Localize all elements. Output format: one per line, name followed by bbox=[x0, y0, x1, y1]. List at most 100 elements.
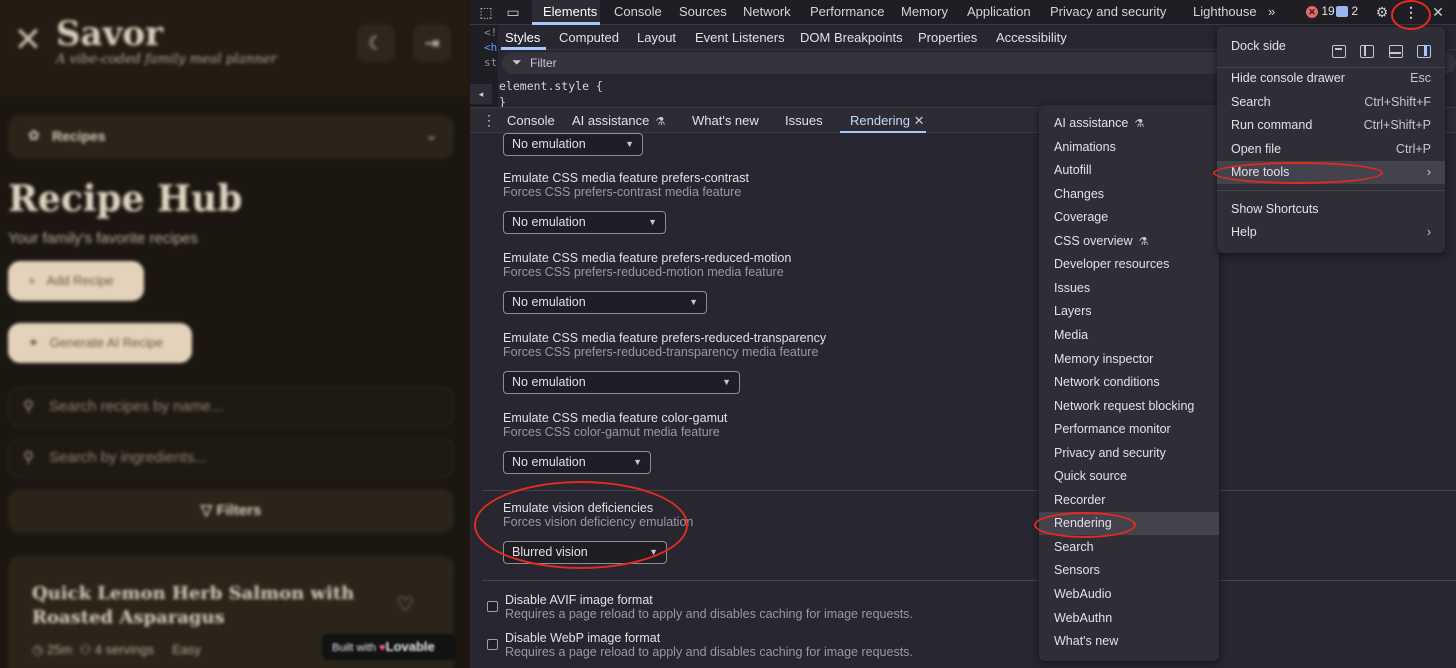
tab-accessibility[interactable]: Accessibility bbox=[996, 30, 1067, 45]
close-icon[interactable]: ✕ bbox=[1429, 3, 1447, 21]
undock-icon[interactable] bbox=[1331, 45, 1346, 58]
inspect-element-icon[interactable]: ⬚ bbox=[477, 3, 495, 21]
menu-item-open-file[interactable]: Open file Ctrl+P bbox=[1217, 138, 1445, 161]
drawer-kebab-icon[interactable]: ⋮ bbox=[482, 112, 496, 129]
tab-performance[interactable]: Performance bbox=[810, 4, 884, 19]
section-select[interactable]: ✿ Recipes ⌄ bbox=[8, 115, 454, 159]
more-tools-item-what-s-new[interactable]: What's new bbox=[1039, 630, 1219, 653]
option-title: Emulate CSS media feature color-gamut bbox=[503, 411, 728, 425]
built-with-lovable-badge[interactable]: Built with ♥Lovable bbox=[322, 634, 456, 660]
device-toolbar-icon[interactable]: ▭ bbox=[504, 3, 522, 21]
more-tools-item-layers[interactable]: Layers bbox=[1039, 300, 1219, 323]
menu-item-hide-console-drawer[interactable]: Hide console drawer Esc bbox=[1217, 67, 1445, 90]
prefers-contrast-select[interactable]: No emulation ▼ bbox=[503, 211, 666, 234]
heart-icon[interactable]: ♡ bbox=[396, 592, 414, 617]
close-tab-icon[interactable]: ✕ bbox=[914, 113, 925, 128]
dock-bottom-icon[interactable] bbox=[1388, 45, 1403, 58]
menu-item-label: Show Shortcuts bbox=[1231, 202, 1319, 216]
tab-application[interactable]: Application bbox=[967, 4, 1031, 19]
drawer-tab-ai-assistance[interactable]: AI assistance ⚗ bbox=[572, 113, 665, 128]
search-name-input[interactable]: ⚲ Search recipes by name... bbox=[8, 387, 454, 427]
more-tools-item-sensors[interactable]: Sensors bbox=[1039, 559, 1219, 582]
more-tools-item-webaudio[interactable]: WebAudio bbox=[1039, 583, 1219, 606]
message-count-badge[interactable]: 2 bbox=[1336, 4, 1358, 18]
more-tools-item-animations[interactable]: Animations bbox=[1039, 136, 1219, 159]
tab-computed[interactable]: Computed bbox=[559, 30, 619, 45]
option-desc: Forces CSS prefers-contrast media featur… bbox=[503, 185, 742, 199]
search-ingredients-input[interactable]: ⚲ Search by ingredients... bbox=[8, 438, 454, 478]
theme-toggle-button[interactable]: ☾ bbox=[357, 24, 395, 62]
add-recipe-button[interactable]: + Add Recipe bbox=[8, 261, 144, 301]
prefers-reduced-transparency-select[interactable]: No emulation ▼ bbox=[503, 371, 740, 394]
filter-icon: ▽ bbox=[200, 502, 217, 519]
tab-lighthouse[interactable]: Lighthouse bbox=[1193, 4, 1257, 19]
element-style-rule[interactable]: element.style { bbox=[499, 79, 603, 93]
dock-left-icon[interactable] bbox=[1360, 45, 1375, 58]
drawer-tab-whats-new[interactable]: What's new bbox=[692, 113, 759, 128]
generate-ai-recipe-button[interactable]: ✦ Generate AI Recipe bbox=[8, 323, 192, 363]
menu-item-show-shortcuts[interactable]: Show Shortcuts bbox=[1217, 198, 1445, 221]
chevron-down-icon: ⌄ bbox=[424, 127, 438, 144]
vision-deficiency-select[interactable]: Blurred vision ▼ bbox=[503, 541, 667, 564]
menu-item-search[interactable]: Search Ctrl+Shift+F bbox=[1217, 91, 1445, 114]
drawer-tab-issues[interactable]: Issues bbox=[785, 113, 823, 128]
more-tools-item-quick-source[interactable]: Quick source bbox=[1039, 465, 1219, 488]
more-tools-item-webauthn[interactable]: WebAuthn bbox=[1039, 607, 1219, 630]
more-tools-item-changes[interactable]: Changes bbox=[1039, 183, 1219, 206]
tab-privacy-security[interactable]: Privacy and security bbox=[1050, 4, 1166, 19]
tab-layout[interactable]: Layout bbox=[637, 30, 676, 45]
more-tools-item-media[interactable]: Media bbox=[1039, 324, 1219, 347]
more-tabs-icon[interactable]: » bbox=[1268, 4, 1275, 19]
tab-network[interactable]: Network bbox=[743, 4, 791, 19]
more-tools-item-search[interactable]: Search bbox=[1039, 536, 1219, 559]
tab-dom-breakpoints[interactable]: DOM Breakpoints bbox=[800, 30, 903, 45]
disable-webp-checkbox[interactable] bbox=[487, 639, 498, 650]
caret-down-icon: ▼ bbox=[649, 547, 658, 557]
tab-sources[interactable]: Sources bbox=[679, 4, 727, 19]
more-tools-item-privacy-and-security[interactable]: Privacy and security bbox=[1039, 442, 1219, 465]
filters-button[interactable]: ▽ Filters bbox=[8, 489, 454, 533]
prefers-reduced-motion-select[interactable]: No emulation ▼ bbox=[503, 291, 707, 314]
more-tools-item-issues[interactable]: Issues bbox=[1039, 277, 1219, 300]
error-count-badge[interactable]: ✕ 19 bbox=[1306, 4, 1335, 18]
color-gamut-select[interactable]: No emulation ▼ bbox=[503, 451, 651, 474]
tab-memory[interactable]: Memory bbox=[901, 4, 948, 19]
more-tools-item-label: Quick source bbox=[1054, 469, 1127, 484]
disable-avif-checkbox[interactable] bbox=[487, 601, 498, 612]
tab-elements[interactable]: Elements bbox=[543, 4, 597, 19]
section-divider bbox=[482, 490, 1456, 491]
menu-item-help[interactable]: Help › bbox=[1217, 221, 1445, 244]
recipe-servings: 4 servings bbox=[94, 642, 155, 657]
more-tools-item-ai-assistance[interactable]: AI assistance ⚗ bbox=[1039, 112, 1219, 135]
error-count: 19 bbox=[1321, 4, 1335, 18]
menu-item-more-tools[interactable]: More tools › bbox=[1217, 161, 1445, 184]
logout-button[interactable]: ⇥ bbox=[413, 24, 451, 62]
more-tools-item-autofill[interactable]: Autofill bbox=[1039, 159, 1219, 182]
tab-event-listeners[interactable]: Event Listeners bbox=[695, 30, 785, 45]
more-tools-item-label: Layers bbox=[1054, 304, 1092, 319]
more-tools-item-network-request-blocking[interactable]: Network request blocking bbox=[1039, 395, 1219, 418]
gear-icon[interactable]: ⚙ bbox=[1373, 3, 1391, 21]
more-tools-item-css-overview[interactable]: CSS overview ⚗ bbox=[1039, 230, 1219, 253]
more-tools-item-label: Rendering bbox=[1054, 516, 1112, 531]
more-tools-item-recorder[interactable]: Recorder bbox=[1039, 489, 1219, 512]
more-tools-item-coverage[interactable]: Coverage bbox=[1039, 206, 1219, 229]
more-tools-item-memory-inspector[interactable]: Memory inspector bbox=[1039, 348, 1219, 371]
kebab-menu-icon[interactable]: ⋮ bbox=[1402, 3, 1420, 21]
tab-console[interactable]: Console bbox=[614, 4, 662, 19]
more-tools-item-developer-resources[interactable]: Developer resources bbox=[1039, 253, 1219, 276]
collapse-sidebar-icon[interactable]: ◂ bbox=[470, 84, 492, 104]
drawer-tab-console[interactable]: Console bbox=[507, 113, 555, 128]
message-icon bbox=[1336, 6, 1348, 18]
add-recipe-label: Add Recipe bbox=[46, 273, 114, 288]
more-tools-item-network-conditions[interactable]: Network conditions bbox=[1039, 371, 1219, 394]
drawer-tab-rendering[interactable]: Rendering ✕ bbox=[850, 113, 925, 129]
menu-item-run-command[interactable]: Run command Ctrl+Shift+P bbox=[1217, 114, 1445, 137]
tab-properties[interactable]: Properties bbox=[918, 30, 977, 45]
tab-styles[interactable]: Styles bbox=[505, 30, 540, 45]
emulate-select-top[interactable]: No emulation ▼ bbox=[503, 133, 643, 156]
dock-right-icon[interactable] bbox=[1417, 45, 1431, 58]
more-tools-item-rendering[interactable]: Rendering bbox=[1039, 512, 1219, 536]
caret-down-icon: ▼ bbox=[625, 139, 634, 149]
more-tools-item-performance-monitor[interactable]: Performance monitor bbox=[1039, 418, 1219, 441]
